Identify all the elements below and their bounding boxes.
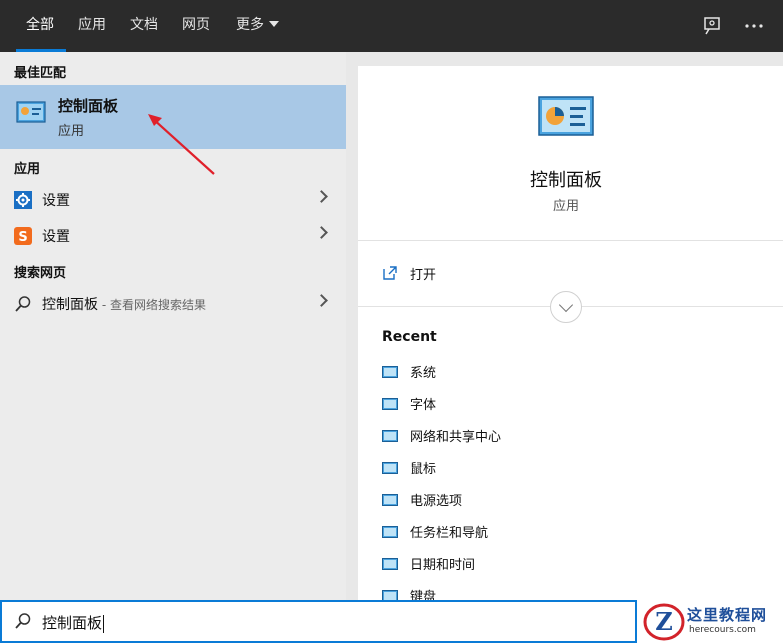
control-panel-small-icon — [382, 459, 398, 478]
recent-item-label: 电源选项 — [410, 494, 463, 509]
web-search-suffix: - 查看网络搜索结果 — [98, 298, 206, 312]
control-panel-small-icon — [382, 555, 398, 574]
search-icon — [14, 295, 32, 317]
app-item-label: 设置 — [42, 193, 70, 209]
apps-heading: 应用 — [14, 162, 41, 177]
recent-heading: Recent — [382, 329, 437, 345]
text-caret — [103, 614, 105, 633]
tab-documents[interactable]: 文档 — [130, 0, 158, 52]
control-panel-icon — [16, 101, 46, 127]
web-search-item[interactable]: 控制面板 - 查看网络搜索结果 — [0, 286, 346, 320]
search-icon — [14, 612, 32, 634]
tab-apps[interactable]: 应用 — [78, 0, 106, 52]
control-panel-small-icon — [382, 395, 398, 414]
preview-pane: 控制面板 应用 打开 Recent 系统 字体 网络和共享中心 鼠标 电源选项 … — [358, 66, 783, 605]
web-search-heading: 搜索网页 — [14, 266, 67, 281]
watermark: Z 这里教程网 herecours.com — [637, 600, 783, 643]
settings-gear-icon — [14, 191, 32, 213]
chevron-right-icon[interactable] — [315, 190, 328, 203]
control-panel-small-icon — [382, 523, 398, 542]
app-item-settings[interactable]: 设置 — [0, 182, 346, 216]
annotation-arrow — [148, 114, 215, 175]
tab-web[interactable]: 网页 — [182, 0, 210, 52]
more-icon[interactable] — [742, 14, 766, 38]
svg-text:S: S — [18, 230, 27, 245]
best-match-subtitle: 应用 — [58, 124, 85, 139]
expand-button[interactable] — [550, 291, 582, 323]
feedback-icon[interactable] — [700, 14, 724, 38]
best-match-heading: 最佳匹配 — [14, 66, 67, 81]
open-icon — [382, 265, 398, 285]
control-panel-small-icon — [382, 491, 398, 510]
tab-more-label: 更多 — [236, 17, 264, 33]
tab-more[interactable]: 更多 — [236, 0, 279, 52]
recent-item-label: 日期和时间 — [410, 558, 476, 573]
tab-all[interactable]: 全部 — [26, 0, 54, 52]
top-tab-bar: 全部 应用 文档 网页 更多 — [0, 0, 783, 52]
search-input[interactable]: 控制面板 — [42, 612, 105, 633]
watermark-url: herecours.com — [689, 625, 756, 635]
chevron-right-icon[interactable] — [315, 226, 328, 239]
preview-subtitle: 应用 — [552, 199, 579, 214]
web-search-label: 控制面板 - 查看网络搜索结果 — [42, 294, 206, 314]
recent-item-label: 鼠标 — [410, 462, 437, 477]
svg-text:Z: Z — [655, 607, 673, 636]
recent-item-label: 任务栏和导航 — [410, 526, 489, 541]
recent-item-label: 字体 — [410, 398, 437, 413]
web-search-query: 控制面板 — [42, 297, 98, 313]
divider — [358, 240, 783, 241]
watermark-logo-icon: Z — [643, 603, 685, 641]
watermark-title: 这里教程网 — [687, 606, 768, 624]
app-item-label: 设置 — [42, 229, 70, 245]
control-panel-small-icon — [382, 363, 398, 382]
open-label: 打开 — [410, 268, 437, 283]
control-panel-small-icon — [382, 427, 398, 446]
chevron-right-icon[interactable] — [315, 294, 328, 307]
app-item-sogou-settings[interactable]: S 设置 — [0, 218, 346, 252]
search-input-value: 控制面板 — [42, 614, 103, 632]
chevron-down-icon — [269, 21, 279, 27]
preview-title: 控制面板 — [530, 170, 602, 191]
best-match-title: 控制面板 — [58, 97, 119, 115]
recent-item-label: 系统 — [410, 366, 437, 381]
recent-item-label: 网络和共享中心 — [410, 430, 502, 445]
sogou-s-icon: S — [14, 227, 32, 249]
control-panel-large-icon — [538, 96, 594, 140]
search-box[interactable]: 控制面板 — [0, 600, 637, 643]
